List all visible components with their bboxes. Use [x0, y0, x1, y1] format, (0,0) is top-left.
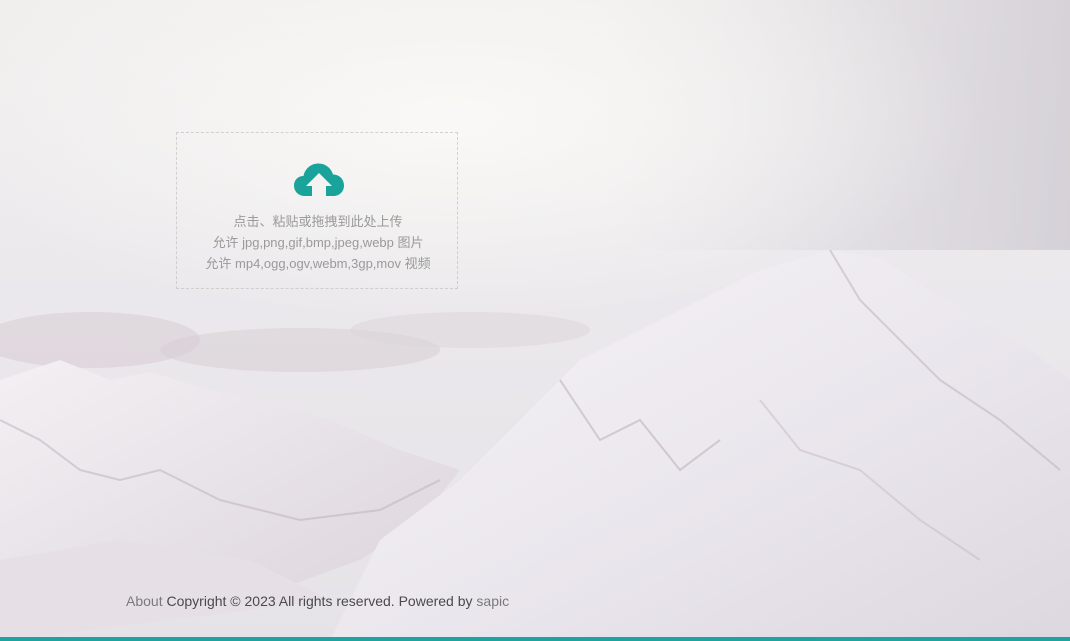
mountain-background	[0, 0, 1070, 641]
about-link[interactable]: About	[126, 593, 163, 609]
upload-instruction: 点击、粘贴或拖拽到此处上传	[233, 214, 403, 229]
cloud-upload-icon	[294, 163, 344, 196]
bottom-accent-bar	[0, 637, 1070, 641]
sapic-link[interactable]: sapic	[476, 593, 509, 609]
footer: About Copyright © 2023 All rights reserv…	[126, 593, 509, 609]
copyright-text: Copyright © 2023 All rights reserved. Po…	[166, 593, 473, 609]
page: 点击、粘贴或拖拽到此处上传 允许 jpg,png,gif,bmp,jpeg,we…	[0, 0, 1070, 641]
allowed-image-types: 允许 jpg,png,gif,bmp,jpeg,webp 图片	[212, 235, 424, 250]
allowed-video-types: 允许 mp4,ogg,ogv,webm,3gp,mov 视频	[205, 256, 431, 271]
upload-dropzone[interactable]: 点击、粘贴或拖拽到此处上传 允许 jpg,png,gif,bmp,jpeg,we…	[176, 132, 458, 289]
